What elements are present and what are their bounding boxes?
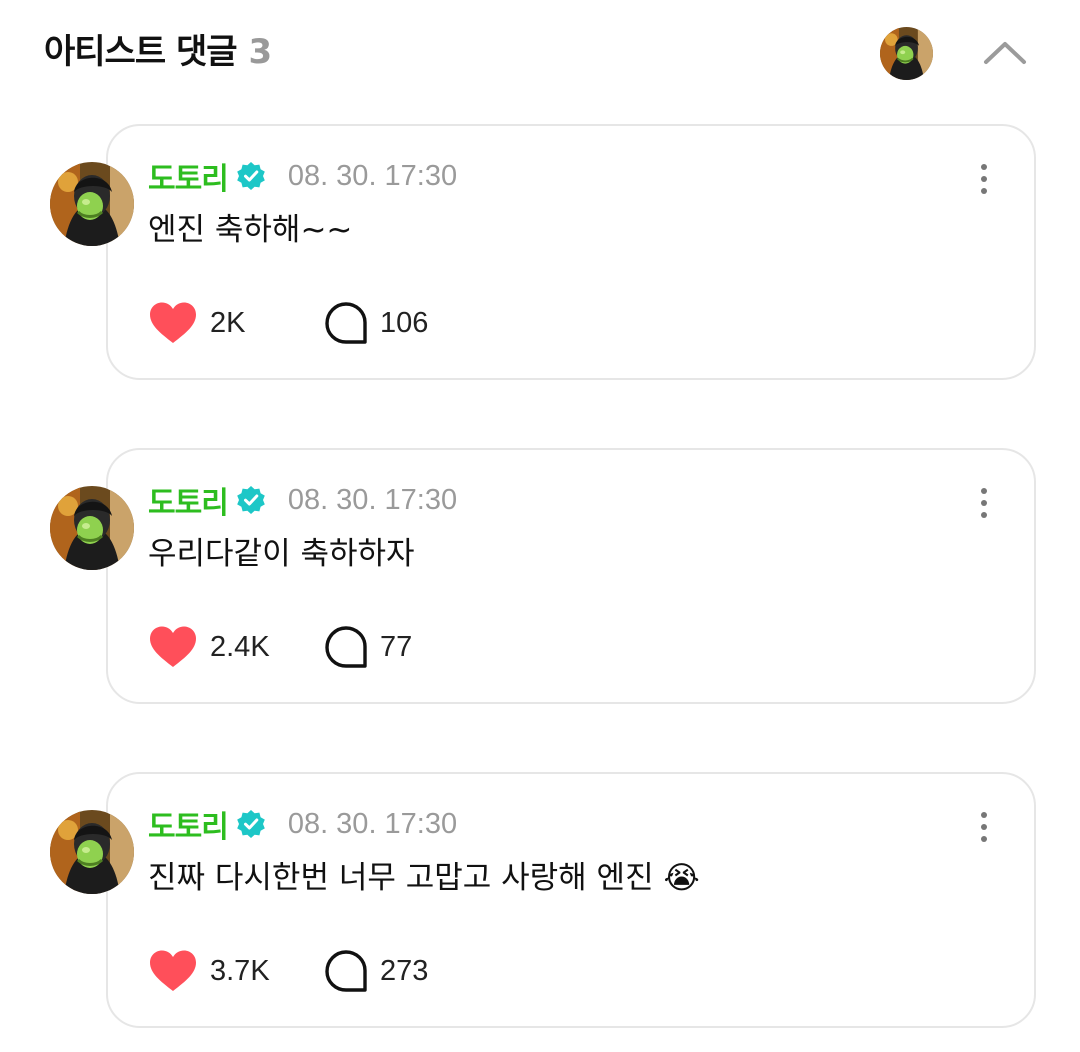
- section-title-label: 아티스트 댓글: [44, 32, 238, 72]
- more-options-button[interactable]: [964, 478, 1004, 528]
- verified-badge-icon: [237, 810, 265, 838]
- comment-timestamp: 08. 30. 17:30: [287, 159, 458, 192]
- reply-count: 106: [380, 306, 429, 339]
- chevron-up-icon: [984, 42, 1026, 64]
- more-vertical-icon: [981, 812, 987, 818]
- reply-button[interactable]: 273: [324, 949, 428, 993]
- section-title: 아티스트 댓글 3: [44, 28, 273, 76]
- more-vertical-icon-dot: [981, 824, 987, 830]
- verified-badge-icon: [237, 486, 265, 514]
- comment-text: 우리다같이 축하하자: [148, 536, 415, 572]
- comment-actions: 2.4K 77: [148, 624, 412, 670]
- more-vertical-icon: [981, 164, 987, 170]
- like-count: 3.7K: [210, 954, 270, 987]
- author-name[interactable]: 도토리: [148, 478, 229, 522]
- reply-count: 77: [380, 630, 413, 663]
- like-button[interactable]: 2K: [148, 301, 324, 345]
- avatar[interactable]: [50, 810, 134, 894]
- author-name[interactable]: 도토리: [148, 802, 229, 846]
- more-vertical-icon-dot: [981, 176, 987, 182]
- comment-actions: 2K 106: [148, 300, 428, 346]
- comment-timestamp: 08. 30. 17:30: [287, 807, 458, 840]
- comments-header: 아티스트 댓글 3: [0, 0, 1080, 110]
- like-button[interactable]: 2.4K: [148, 625, 324, 669]
- reply-button[interactable]: 106: [324, 301, 428, 345]
- like-button[interactable]: 3.7K: [148, 949, 324, 993]
- avatar[interactable]: [50, 486, 134, 570]
- comment-meta: 도토리 08. 30. 17:30: [148, 802, 457, 846]
- comment-item: 도토리 08. 30. 17:30 우리다같이 축하하자 2.4K 77: [0, 448, 1080, 708]
- heart-icon: [150, 626, 196, 667]
- comment-text: 진짜 다시한번 너무 고맙고 사랑해 엔진 😭: [148, 860, 700, 896]
- more-vertical-icon-dot: [981, 500, 987, 506]
- more-options-button[interactable]: [964, 802, 1004, 852]
- comment-count: 3: [248, 32, 273, 72]
- more-vertical-icon: [981, 488, 987, 494]
- like-count: 2K: [210, 306, 246, 339]
- more-vertical-icon-dot: [981, 836, 987, 842]
- comment-actions: 3.7K 273: [148, 948, 428, 994]
- speech-bubble-icon: [325, 302, 367, 344]
- heart-icon: [150, 302, 196, 343]
- speech-bubble-icon: [325, 626, 367, 668]
- more-vertical-icon-dot: [981, 188, 987, 194]
- reply-button[interactable]: 77: [324, 625, 412, 669]
- header-avatar[interactable]: [880, 27, 933, 80]
- more-vertical-icon-dot: [981, 512, 987, 518]
- comment-meta: 도토리 08. 30. 17:30: [148, 478, 457, 522]
- comment-meta: 도토리 08. 30. 17:30: [148, 154, 457, 198]
- reply-count: 273: [380, 954, 429, 987]
- comment-text: 엔진 축하해~~: [148, 212, 353, 248]
- speech-bubble-icon: [325, 950, 367, 992]
- comment-item: 도토리 08. 30. 17:30 진짜 다시한번 너무 고맙고 사랑해 엔진 …: [0, 772, 1080, 1032]
- comment-item: 도토리 08. 30. 17:30 엔진 축하해~~ 2K 106: [0, 124, 1080, 384]
- heart-icon: [150, 950, 196, 991]
- like-count: 2.4K: [210, 630, 270, 663]
- avatar[interactable]: [50, 162, 134, 246]
- verified-badge-icon: [237, 162, 265, 190]
- more-options-button[interactable]: [964, 154, 1004, 204]
- collapse-button[interactable]: [978, 30, 1032, 74]
- comment-timestamp: 08. 30. 17:30: [287, 483, 458, 516]
- author-name[interactable]: 도토리: [148, 154, 229, 198]
